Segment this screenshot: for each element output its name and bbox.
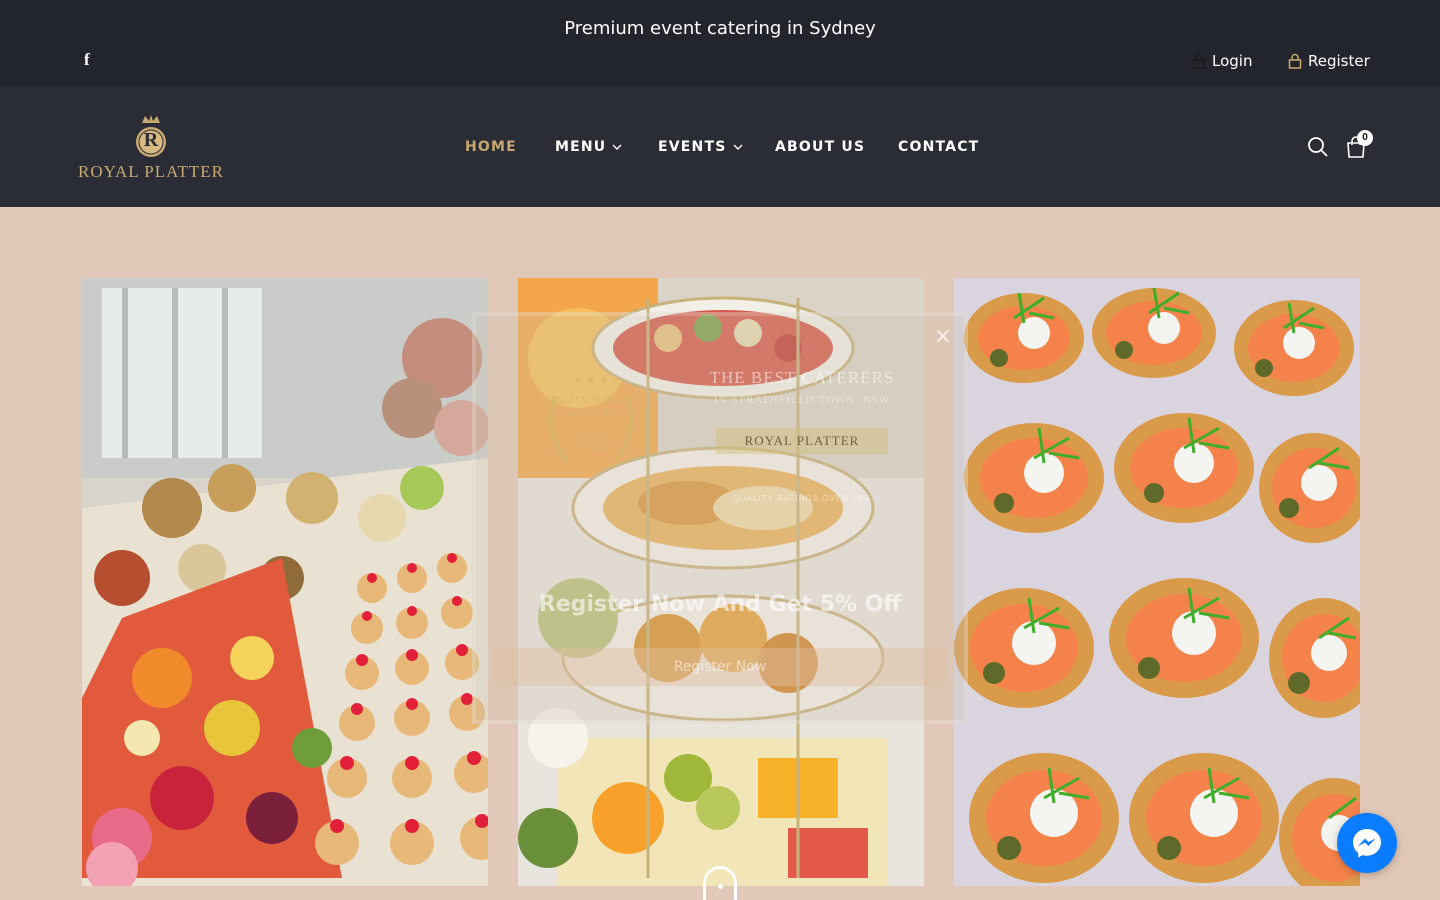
nav-menu-label: MENU bbox=[555, 139, 607, 155]
login-link[interactable]: Login bbox=[1192, 52, 1252, 70]
search-icon[interactable] bbox=[1307, 136, 1329, 158]
nav-about-label: ABOUT US bbox=[775, 139, 866, 155]
lock-icon bbox=[1288, 53, 1302, 69]
best-caterers-rating: QUALITY RATINGS OVER 98% bbox=[732, 494, 872, 503]
chevron-down-icon bbox=[733, 144, 743, 150]
register-label: Register bbox=[1308, 52, 1370, 70]
nav-menu[interactable]: MENU bbox=[555, 139, 622, 155]
award-year: 2025 bbox=[571, 432, 611, 454]
promo-headline: Register Now And Get 5% Off bbox=[538, 592, 902, 617]
announcement-text: Premium event catering in Sydney bbox=[564, 18, 876, 39]
login-label: Login bbox=[1212, 52, 1253, 70]
catering-photo-grazing-table bbox=[82, 278, 488, 886]
messenger-icon bbox=[1353, 829, 1381, 858]
main-header: R ROYAL PLATTER HOME MENU EVENTS ABOUT U… bbox=[0, 86, 1440, 207]
scroll-dot bbox=[718, 884, 723, 889]
nav-home[interactable]: HOME bbox=[465, 139, 517, 155]
nav-about[interactable]: ABOUT US bbox=[775, 139, 865, 155]
register-promo-popup: × ★ ★ ★ QUALITY BUSINESS AWARDS 2025 THE… bbox=[472, 312, 968, 724]
nav-events[interactable]: EVENTS bbox=[658, 139, 743, 155]
lock-icon bbox=[1192, 53, 1206, 69]
cart-count-badge: 0 bbox=[1357, 130, 1373, 146]
top-bar: Premium event catering in Sydney f Login… bbox=[0, 0, 1440, 86]
catering-photo-salmon-bruschetta bbox=[954, 278, 1360, 886]
award-laurel-icon: ★ ★ ★ bbox=[547, 375, 635, 463]
register-now-button[interactable]: Register Now bbox=[494, 648, 946, 686]
register-link[interactable]: Register bbox=[1288, 52, 1370, 70]
facebook-icon[interactable]: f bbox=[84, 50, 90, 70]
award-text: QUALITY BUSINESS AWARDS bbox=[539, 394, 643, 419]
chevron-down-icon bbox=[612, 144, 622, 150]
nav-contact-label: CONTACT bbox=[898, 139, 980, 155]
nav-home-label: HOME bbox=[465, 139, 517, 155]
messenger-chat-button[interactable] bbox=[1337, 813, 1397, 873]
nav-contact[interactable]: CONTACT bbox=[898, 139, 979, 155]
svg-text:★ ★ ★: ★ ★ ★ bbox=[573, 375, 609, 387]
main-nav: HOME MENU EVENTS ABOUT US CONTACT bbox=[0, 139, 1440, 159]
best-caterers-brand: ROYAL PLATTER bbox=[716, 428, 888, 454]
best-caterers-title: THE BEST CATERERS bbox=[709, 368, 895, 387]
best-caterers-subtitle: IN STRATHFIELD TOWN, NSW bbox=[713, 394, 891, 406]
scroll-down-indicator[interactable] bbox=[703, 866, 737, 900]
logo-text: ROYAL PLATTER bbox=[77, 162, 224, 181]
close-icon[interactable]: × bbox=[934, 324, 952, 349]
nav-events-label: EVENTS bbox=[658, 139, 727, 155]
